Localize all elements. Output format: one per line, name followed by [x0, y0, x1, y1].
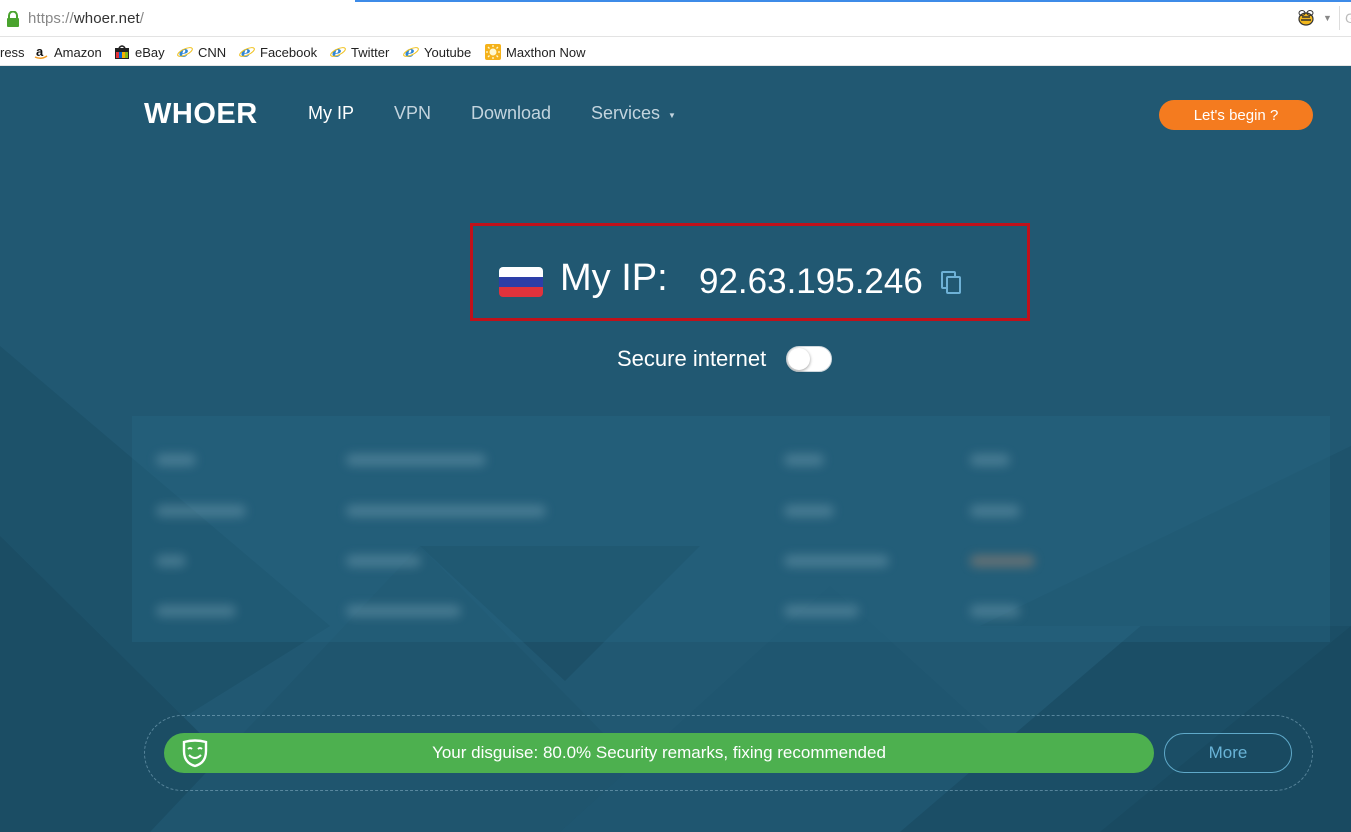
my-ip-highlight-box: My IP: 92.63.195.246 — [470, 223, 1030, 321]
bookmark-partial[interactable]: ress — [0, 43, 25, 61]
blurred-label — [784, 605, 859, 617]
bookmark-label: eBay — [135, 44, 165, 60]
bookmark-label: Twitter — [351, 44, 390, 60]
nav-download[interactable]: Download — [471, 103, 551, 124]
blurred-label — [784, 555, 889, 567]
bookmark-twitter[interactable]: e Twitter — [330, 43, 389, 61]
browser-address-bar: https://whoer.net/ ▼ G — [0, 0, 1351, 37]
ip-details-panel-blurred — [132, 416, 1330, 642]
bookmark-cnn[interactable]: e CNN — [177, 43, 226, 61]
bookmark-youtube[interactable]: e Youtube — [403, 43, 471, 61]
bookmark-label: ress — [0, 44, 25, 60]
url-domain: whoer.net — [73, 10, 140, 27]
blurred-value — [346, 454, 486, 466]
bookmark-label: CNN — [198, 44, 227, 60]
blurred-label — [156, 555, 186, 567]
bookmarks-bar: ress a Amazon eBay e CNN e Facebook e Tw… — [0, 37, 1351, 66]
bookmark-label: Youtube — [424, 44, 472, 60]
secure-internet-toggle[interactable] — [786, 346, 832, 372]
bee-icon[interactable] — [1296, 9, 1316, 27]
toggle-knob — [788, 348, 810, 370]
nav-vpn[interactable]: VPN — [394, 103, 431, 124]
blurred-label — [156, 454, 196, 466]
whoer-page: WHOER My IP VPN Download Services ▼ Let'… — [0, 66, 1351, 832]
ie-icon: e — [403, 44, 419, 60]
disguise-status-bar: Your disguise: 80.0% Security remarks, f… — [164, 733, 1154, 773]
blurred-value — [346, 555, 421, 567]
chevron-down-icon[interactable]: ▼ — [1323, 13, 1332, 23]
svg-text:e: e — [332, 44, 342, 60]
nav-services[interactable]: Services — [591, 103, 660, 124]
blurred-value — [346, 605, 461, 617]
bookmark-ebay[interactable]: eBay — [114, 43, 165, 61]
nav-my-ip[interactable]: My IP — [308, 103, 354, 124]
ip-address-value: 92.63.195.246 — [699, 262, 923, 301]
ebay-icon — [115, 45, 129, 59]
bookmark-amazon[interactable]: a Amazon — [33, 43, 102, 61]
bookmark-facebook[interactable]: e Facebook — [239, 43, 317, 61]
blurred-label — [156, 505, 246, 517]
svg-text:e: e — [241, 44, 251, 60]
svg-text:e: e — [179, 44, 189, 60]
bookmark-label: Maxthon Now — [506, 44, 586, 60]
blurred-value — [970, 555, 1035, 567]
bookmark-label: Amazon — [54, 44, 102, 60]
dropdown-caret-icon[interactable]: ▼ — [668, 111, 676, 120]
blurred-label — [156, 605, 236, 617]
svg-text:a: a — [36, 44, 44, 59]
disguise-text: Your disguise: 80.0% Security remarks, f… — [432, 743, 886, 762]
svg-text:e: e — [405, 44, 415, 60]
ie-icon: e — [330, 44, 346, 60]
bookmark-label: Facebook — [260, 44, 318, 60]
ie-icon: e — [239, 44, 255, 60]
ie-icon: e — [177, 44, 193, 60]
russia-flag-icon — [499, 267, 543, 297]
secure-internet-label: Secure internet — [617, 346, 767, 371]
url-scheme: https:// — [28, 10, 74, 27]
lock-icon — [7, 11, 19, 27]
blurred-value — [970, 605, 1020, 617]
copy-icon[interactable] — [941, 271, 963, 295]
lets-begin-button[interactable]: Let's begin ? — [1159, 100, 1313, 130]
blurred-label — [784, 454, 824, 466]
toolbar-overflow-glyph: G — [1345, 10, 1351, 26]
blurred-value — [346, 505, 546, 517]
blurred-value — [970, 505, 1020, 517]
url-field[interactable]: https://whoer.net/ — [28, 10, 144, 27]
blurred-value — [970, 454, 1010, 466]
whoer-logo[interactable]: WHOER — [144, 98, 258, 131]
bookmark-maxthon-now[interactable]: Maxthon Now — [485, 43, 585, 61]
blurred-label — [784, 505, 834, 517]
maxthon-icon — [485, 44, 501, 60]
page-load-progress — [355, 0, 1351, 2]
amazon-icon: a — [34, 44, 48, 60]
my-ip-label: My IP: — [560, 257, 668, 299]
more-button[interactable]: More — [1164, 733, 1292, 773]
url-path: / — [139, 10, 145, 27]
toolbar-divider — [1339, 6, 1340, 30]
